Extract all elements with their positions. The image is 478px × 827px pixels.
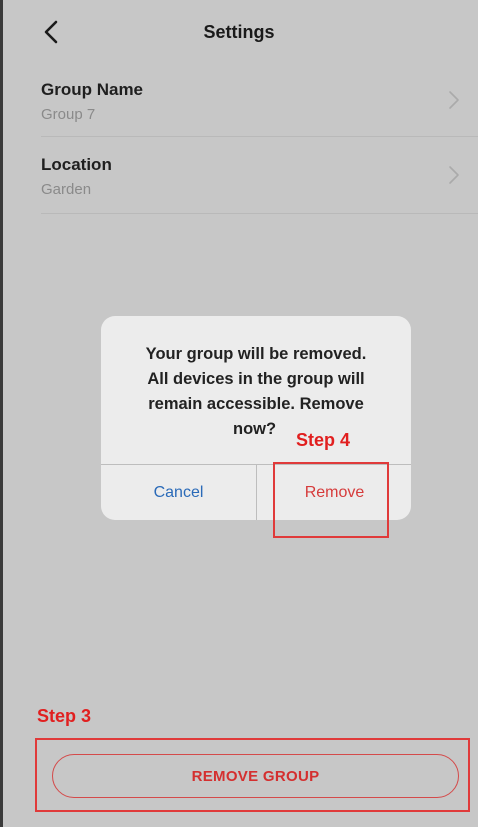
settings-screen: Settings Group Name Group 7 Location Gar… (0, 0, 478, 827)
dialog-message: Your group will be removed. All devices … (115, 342, 397, 442)
dialog-message-line: now? (233, 420, 277, 438)
dialog-message-line: Your group will be removed. (145, 345, 367, 363)
chevron-right-icon (449, 166, 459, 184)
step-4-annotation: Step 4 (296, 430, 351, 450)
header: Settings (0, 0, 478, 64)
step-3-annotation: Step 3 (37, 706, 92, 726)
row-divider (41, 213, 478, 214)
screen-edge (0, 0, 3, 827)
group-name-value: Group 7 (41, 106, 96, 123)
dialog-message-line: All devices in the group will (147, 370, 365, 388)
settings-row-location[interactable]: Location Garden (41, 137, 478, 213)
remove-group-button[interactable]: REMOVE GROUP (52, 754, 459, 798)
group-name-label: Group Name (41, 80, 144, 99)
cancel-button[interactable]: Cancel (101, 465, 256, 520)
dialog-message-line: remain accessible. Remove (148, 395, 364, 413)
location-value: Garden (41, 181, 92, 198)
location-label: Location (41, 155, 112, 174)
step-4-highlight-box (273, 462, 389, 538)
page-title: Settings (203, 22, 275, 42)
settings-row-group-name[interactable]: Group Name Group 7 (41, 62, 478, 138)
chevron-right-icon (449, 91, 459, 109)
